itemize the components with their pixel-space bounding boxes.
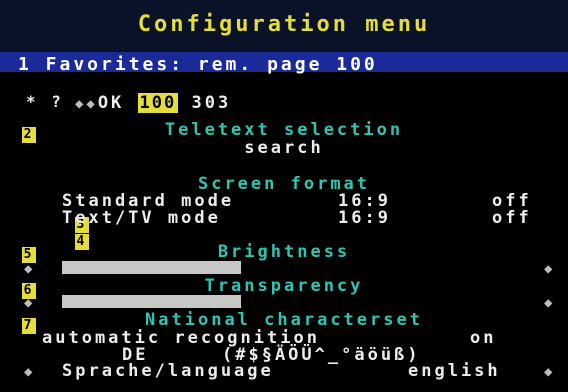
text-tv-mode-label: Text/TV mode [62,208,221,228]
automatic-recognition-value[interactable]: on [470,328,496,348]
transparency-heading: Transparency [204,276,364,296]
text-tv-mode-value[interactable]: off [492,208,532,228]
teletext-selection-heading: Teletext selection [164,120,404,140]
menu-title: Configuration menu [137,12,431,37]
brightness-heading: Brightness [217,242,351,262]
left-right-arrows-icon: ◆◆ [74,96,98,112]
brightness-slider-bar[interactable] [62,261,241,274]
transparency-decrease-icon[interactable]: ◆ [24,295,32,311]
transparency-slider-bar[interactable] [62,295,241,308]
favorites-row-label[interactable]: 1 Favorites: rem. page 100 [18,54,378,75]
language-label: Sprache/language [62,361,274,381]
brightness-increase-icon[interactable]: ◆ [544,261,552,277]
favorite-page-selected[interactable]: 100 [137,93,179,113]
brightness-decrease-icon[interactable]: ◆ [24,261,32,277]
national-characterset-heading: National characterset [145,310,423,330]
question-row: * ? [26,92,64,111]
transparency-increase-icon[interactable]: ◆ [544,295,552,311]
teletext-selection-value[interactable]: search [0,138,568,158]
teletext-config-screen: Configuration menu 1 Favorites: rem. pag… [0,0,568,392]
favorite-page-2[interactable]: 303 [192,93,232,113]
language-next-icon[interactable]: ◆ [544,364,552,380]
language-value[interactable]: english [408,361,501,381]
language-prev-icon[interactable]: ◆ [24,364,32,380]
text-tv-mode-ratio[interactable]: 16:9 [338,208,391,228]
ok-label: OK [97,93,125,113]
